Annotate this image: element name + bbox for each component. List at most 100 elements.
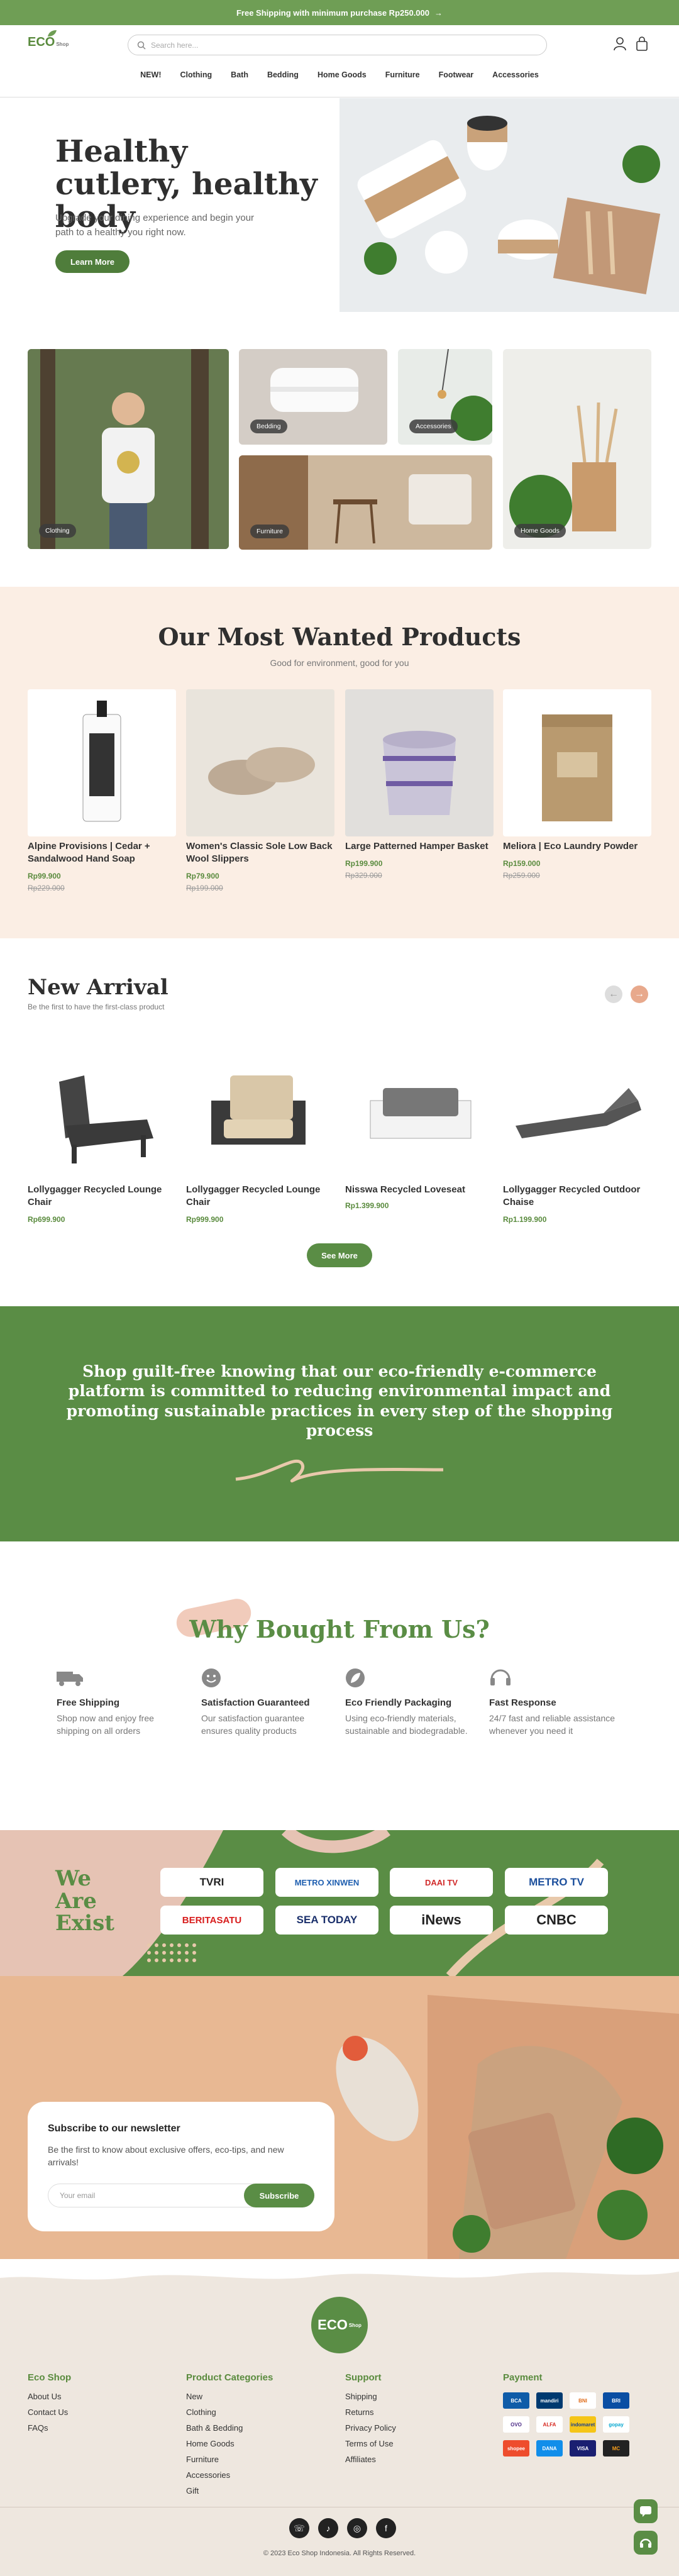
- logo[interactable]: ECO Shop: [28, 30, 69, 58]
- payment-logo: BNI: [570, 2392, 596, 2409]
- feature-text: Using eco-friendly materials, sustainabl…: [345, 1713, 468, 1736]
- media-logo-tvri: TVRI: [160, 1868, 263, 1897]
- mission-banner: Shop guilt-free knowing that our eco-fri…: [0, 1306, 679, 1541]
- most-wanted-subtitle: Good for environment, good for you: [270, 658, 409, 668]
- arrival-name[interactable]: Lollygagger Recycled Lounge Chair: [186, 1184, 334, 1209]
- footer-logo-text: ECO: [317, 2317, 348, 2333]
- category-clothing[interactable]: Clothing: [28, 349, 229, 549]
- payment-logo: mandiri: [536, 2392, 563, 2409]
- arrow-right-icon[interactable]: →: [434, 8, 443, 18]
- arrival-name[interactable]: Lollygagger Recycled Lounge Chair: [28, 1184, 176, 1209]
- nav-home-goods[interactable]: Home Goods: [317, 70, 367, 89]
- nav-furniture[interactable]: Furniture: [385, 70, 420, 89]
- product-image-slippers[interactable]: [186, 689, 334, 836]
- nav-bath[interactable]: Bath: [231, 70, 248, 89]
- instagram-icon[interactable]: ◎: [347, 2518, 367, 2538]
- product-name[interactable]: Alpine Provisions | Cedar + Sandalwood H…: [28, 840, 176, 866]
- payment-logo: OVO: [503, 2416, 529, 2433]
- product-name[interactable]: Large Patterned Hamper Basket: [345, 840, 494, 853]
- footer-link[interactable]: Affiliates: [345, 2455, 396, 2464]
- product-price: Rp79.900: [186, 872, 219, 880]
- learn-more-button[interactable]: Learn More: [55, 250, 130, 273]
- footer-link[interactable]: Returns: [345, 2407, 396, 2417]
- subscribe-button[interactable]: Subscribe: [244, 2184, 314, 2207]
- cart-icon[interactable]: [635, 36, 649, 55]
- feature-title: Fast Response: [489, 1697, 556, 1708]
- category-furniture[interactable]: Furniture: [239, 455, 492, 550]
- new-arrival-title: New Arrival: [28, 975, 168, 1000]
- arrival-name[interactable]: Lollygagger Recycled Outdoor Chaise: [503, 1184, 651, 1209]
- arrival-image-3[interactable]: [345, 1031, 494, 1180]
- category-home-goods[interactable]: Home Goods: [503, 349, 651, 549]
- feature-satisfaction: Satisfaction Guaranteed Our satisfaction…: [201, 1668, 327, 1738]
- footer-link[interactable]: Shipping: [345, 2392, 396, 2401]
- footer-col-categories: Product Categories New Clothing Bath & B…: [186, 2372, 273, 2502]
- hero-section: Healthy cutlery, healthy body Upgrade yo…: [0, 98, 679, 312]
- payment-logo: indomaret: [570, 2416, 596, 2433]
- footer-link[interactable]: Accessories: [186, 2470, 273, 2480]
- nav-footwear[interactable]: Footwear: [439, 70, 474, 89]
- nav-accessories[interactable]: Accessories: [492, 70, 539, 89]
- press-section: We Are Exist TVRI METRO XINWEN DAAI TV M…: [0, 1830, 679, 1976]
- arrival-name[interactable]: Nisswa Recycled Loveseat: [345, 1184, 494, 1196]
- footer-link[interactable]: Bath & Bedding: [186, 2423, 273, 2433]
- category-bedding[interactable]: Bedding: [239, 349, 387, 445]
- media-logo-inews: iNews: [390, 1906, 493, 1935]
- footer-link[interactable]: Clothing: [186, 2407, 273, 2417]
- dots-decoration: [147, 1943, 196, 1962]
- whatsapp-icon[interactable]: ☏: [289, 2518, 309, 2538]
- facebook-icon[interactable]: f: [376, 2518, 396, 2538]
- tiktok-icon[interactable]: ♪: [318, 2518, 338, 2538]
- product-image-soap[interactable]: [28, 689, 176, 836]
- product-name[interactable]: Women's Classic Sole Low Back Wool Slipp…: [186, 840, 334, 866]
- footer-link[interactable]: Furniture: [186, 2455, 273, 2464]
- media-logo-metro-xinwen: METRO XINWEN: [275, 1868, 378, 1897]
- arrival-image-2[interactable]: [186, 1031, 334, 1180]
- category-label: Clothing: [39, 524, 76, 538]
- copyright: © 2023 Eco Shop Indonesia. All Rights Re…: [263, 2550, 416, 2557]
- prev-arrow-icon[interactable]: ←: [605, 985, 622, 1003]
- arrival-image-4[interactable]: [503, 1031, 651, 1180]
- footer-link[interactable]: New: [186, 2392, 273, 2401]
- truck-icon: [57, 1672, 83, 1686]
- footer-logo-sub: Shop: [348, 2322, 362, 2328]
- arrival-image-1[interactable]: [28, 1031, 176, 1180]
- footer-col-title: Support: [345, 2372, 382, 2383]
- payment-logo: BRI: [603, 2392, 629, 2409]
- search-icon: [137, 41, 146, 50]
- footer-link[interactable]: Terms of Use: [345, 2439, 396, 2448]
- footer-logo[interactable]: ECO Shop: [311, 2297, 368, 2353]
- nav-bedding[interactable]: Bedding: [267, 70, 299, 89]
- category-accessories[interactable]: Accessories: [398, 349, 492, 445]
- product-image-basket[interactable]: [345, 689, 494, 836]
- see-more-button[interactable]: See More: [307, 1243, 372, 1267]
- user-icon[interactable]: [613, 36, 627, 55]
- nav-clothing[interactable]: Clothing: [180, 70, 212, 89]
- nav-new[interactable]: NEW!: [140, 70, 161, 89]
- payment-logo: DANA: [536, 2440, 563, 2457]
- search-input[interactable]: Search here...: [128, 35, 547, 55]
- payment-logo: gopay: [603, 2416, 629, 2433]
- footer-col-title: Product Categories: [186, 2372, 273, 2383]
- footer-link[interactable]: Contact Us: [28, 2407, 71, 2417]
- feature-title: Eco Friendly Packaging: [345, 1697, 452, 1708]
- support-icon[interactable]: [634, 2531, 658, 2555]
- footer-link[interactable]: Gift: [186, 2486, 273, 2496]
- footer-col-eco-shop: Eco Shop About Us Contact Us FAQs: [28, 2372, 71, 2439]
- footer-link[interactable]: Privacy Policy: [345, 2423, 396, 2433]
- new-arrival-subtitle: Be the first to have the first-class pro…: [28, 1002, 165, 1011]
- footer-link[interactable]: About Us: [28, 2392, 71, 2401]
- next-arrow-icon[interactable]: →: [631, 985, 648, 1003]
- arrival-price: Rp699.900: [28, 1215, 65, 1224]
- feature-title: Free Shipping: [57, 1697, 120, 1708]
- payment-logo: MC: [603, 2440, 629, 2457]
- product-image-laundry[interactable]: [503, 689, 651, 836]
- footer-link[interactable]: FAQs: [28, 2423, 71, 2433]
- footer-col-support: Support Shipping Returns Privacy Policy …: [345, 2372, 396, 2470]
- product-name[interactable]: Meliora | Eco Laundry Powder: [503, 840, 651, 853]
- chat-icon[interactable]: [634, 2499, 658, 2523]
- product-old-price: Rp229.000: [28, 884, 65, 892]
- newsletter-card: Subscribe to our newsletter Be the first…: [28, 2102, 334, 2231]
- arrival-price: Rp1.399.900: [345, 1201, 389, 1210]
- footer-link[interactable]: Home Goods: [186, 2439, 273, 2448]
